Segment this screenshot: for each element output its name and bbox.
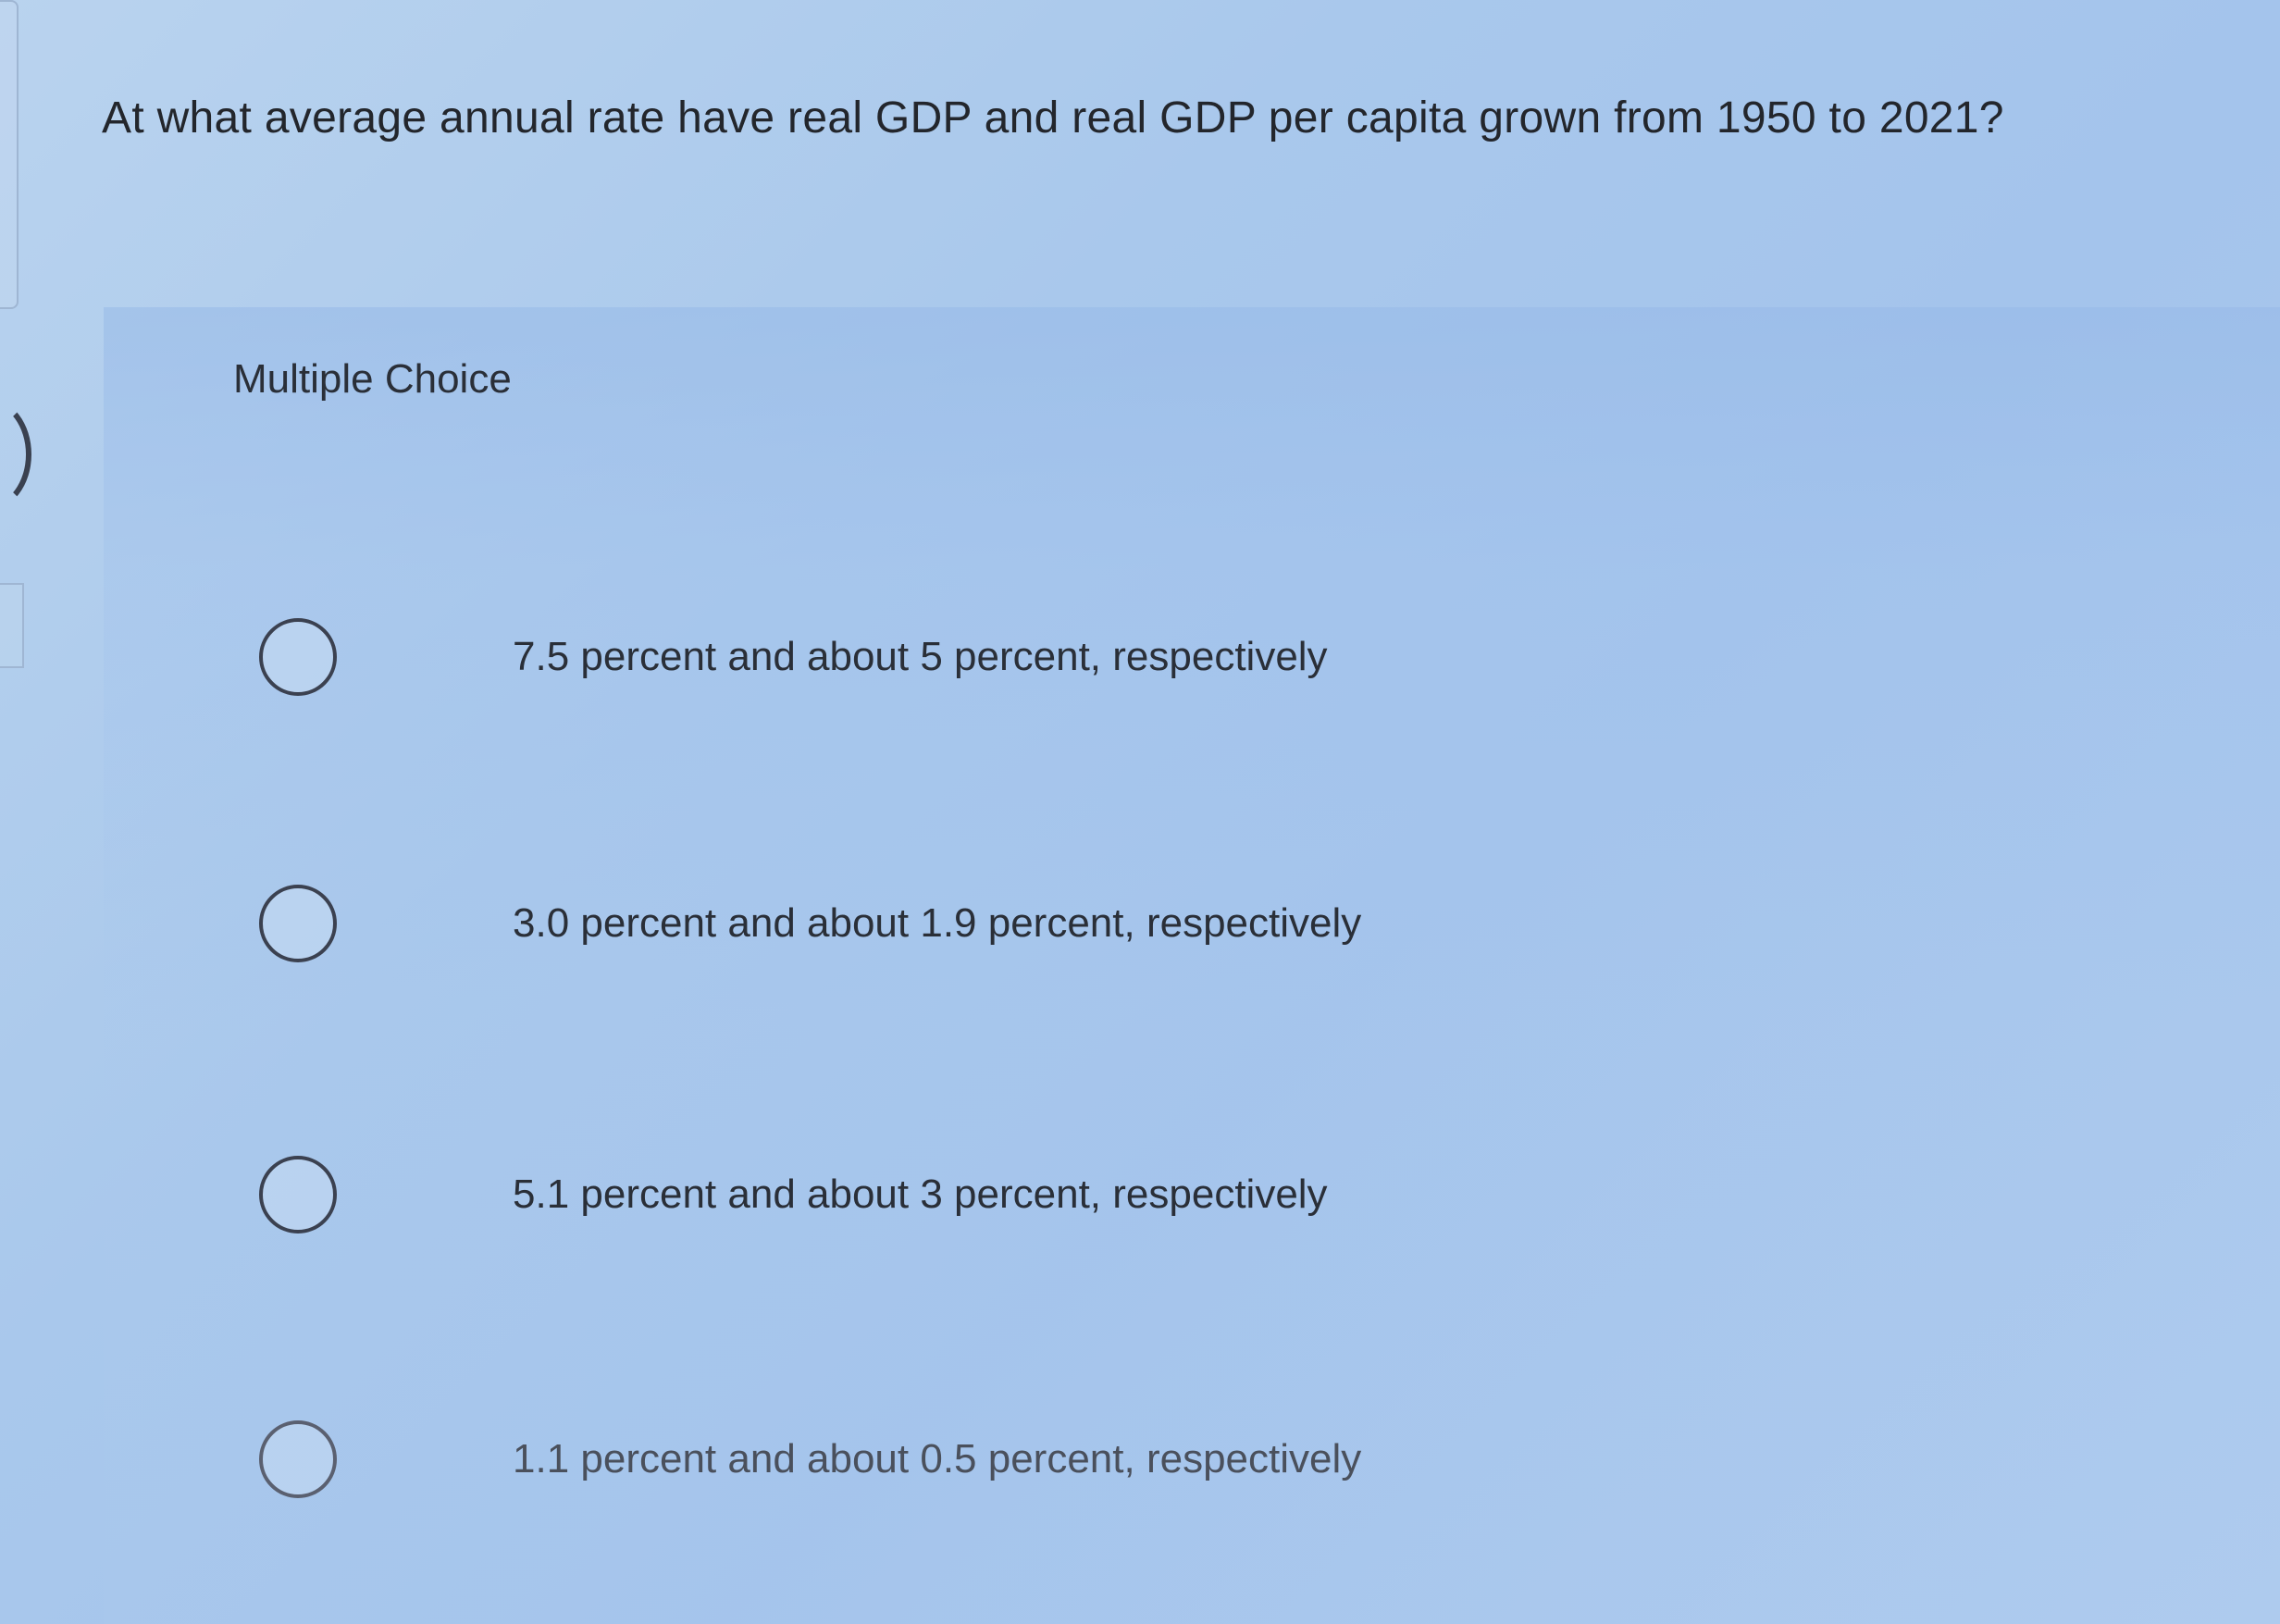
left-edge-box <box>0 583 24 668</box>
radio-button-icon[interactable] <box>259 1420 337 1498</box>
radio-button-icon[interactable] <box>259 618 337 696</box>
multiple-choice-label: Multiple Choice <box>233 356 512 402</box>
choice-option-label[interactable]: 7.5 percent and about 5 percent, respect… <box>513 634 1328 680</box>
choice-option-4[interactable]: 1.1 percent and about 0.5 percent, respe… <box>259 1413 1647 1506</box>
choice-option-label[interactable]: 3.0 percent and about 1.9 percent, respe… <box>513 900 1361 947</box>
choice-option-1[interactable]: 7.5 percent and about 5 percent, respect… <box>259 611 1647 703</box>
choice-option-3[interactable]: 5.1 percent and about 3 percent, respect… <box>259 1148 1647 1241</box>
left-edge-arc <box>0 398 31 511</box>
radio-button-icon[interactable] <box>259 1156 337 1233</box>
choice-option-label[interactable]: 5.1 percent and about 3 percent, respect… <box>513 1172 1328 1218</box>
choice-option-2[interactable]: 3.0 percent and about 1.9 percent, respe… <box>259 877 1647 970</box>
left-edge-panel <box>0 0 19 309</box>
question-text: At what average annual rate have real GD… <box>102 93 2004 143</box>
choice-option-label[interactable]: 1.1 percent and about 0.5 percent, respe… <box>513 1436 1361 1482</box>
radio-button-icon[interactable] <box>259 885 337 962</box>
